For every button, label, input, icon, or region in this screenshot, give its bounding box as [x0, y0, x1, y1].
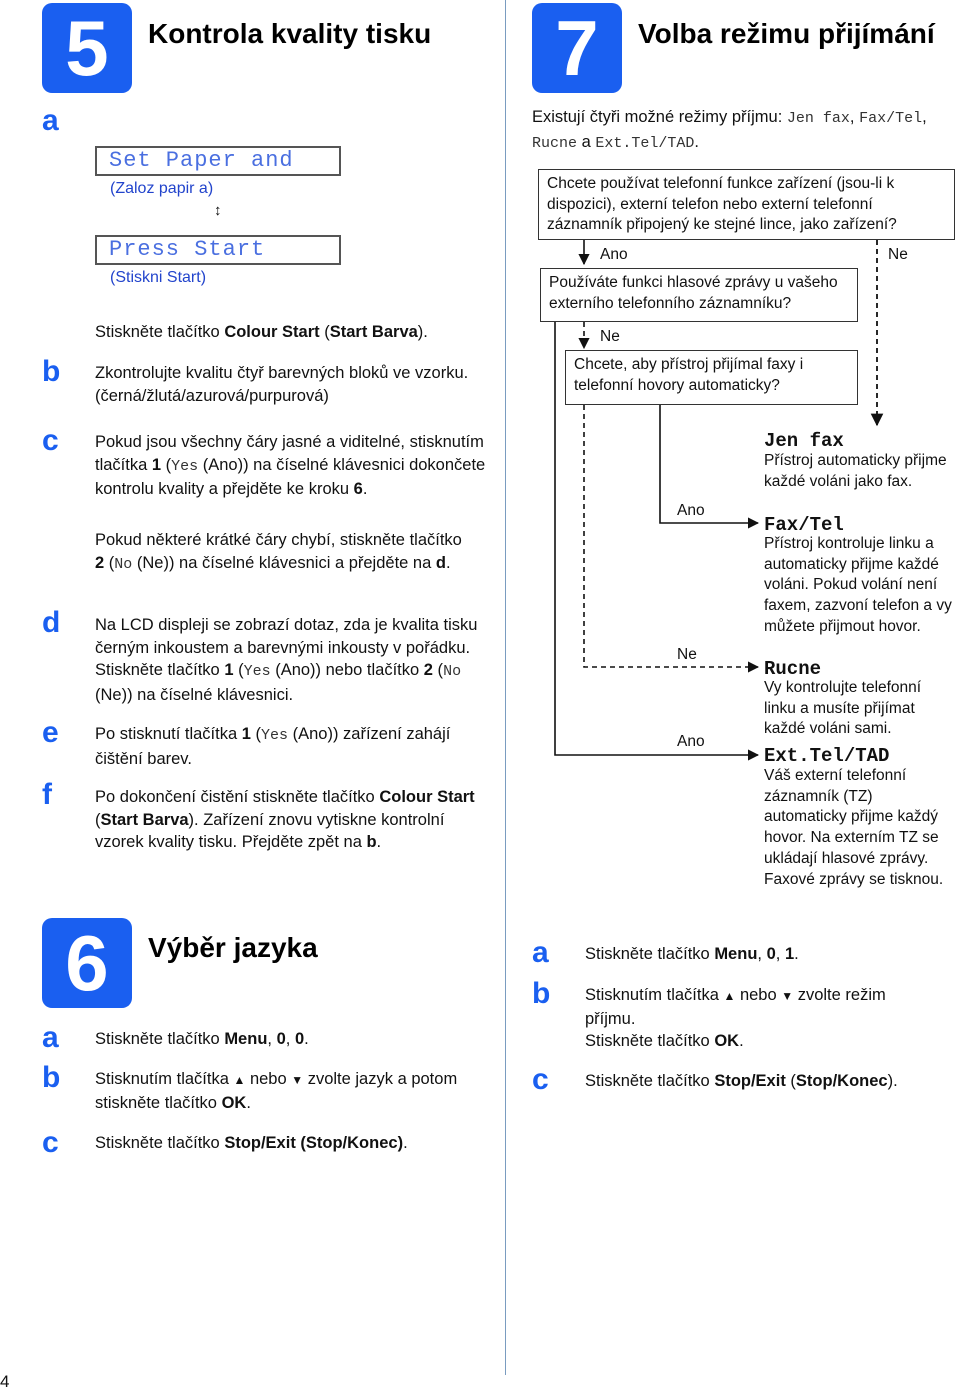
flow-line-q3-no — [583, 405, 760, 673]
column-divider — [505, 0, 506, 1375]
lcd-display-2: Press Start — [95, 235, 341, 265]
step-letter-7b: b — [532, 977, 551, 1010]
step-letter-5a: a — [42, 104, 59, 137]
flow-label-q1-no: Ne — [888, 246, 908, 263]
flow-label-q3-yes: Ano — [677, 502, 705, 519]
page-number: 4 — [0, 1372, 10, 1391]
step-letter-5b: b — [42, 355, 61, 388]
step-letter-6a: a — [42, 1021, 59, 1054]
step-5d-text: Na LCD displeji se zobrazí dotaz, zda je… — [95, 616, 478, 704]
mode-jen-fax-desc: Přístroj automaticky přijme každé voláni… — [764, 452, 947, 490]
step-letter-7c: c — [532, 1063, 549, 1096]
section-7-intro: Existují čtyři možné režimy příjmu: Jen … — [532, 108, 927, 152]
step-5e-text: Po stisknutí tlačítka 1 (Yes (Ano)) zaří… — [95, 725, 451, 768]
flow-label-q2-no: Ne — [600, 328, 620, 345]
section-title-6: Výběr jazyka — [148, 932, 318, 963]
up-arrow-icon: ▲ — [723, 989, 736, 1003]
down-arrow-icon: ▼ — [291, 1073, 304, 1087]
step-5c-paragraph-1: Pokud jsou všechny čáry jasné a viditeln… — [95, 433, 486, 498]
lcd-display-1: Set Paper and — [95, 146, 341, 176]
mode-jen-fax-title: Jen fax — [764, 430, 844, 452]
flow-label-q1-yes: Ano — [600, 246, 628, 263]
flow-question-1: Chcete používat telefonní funkce zařízen… — [538, 169, 955, 240]
step-6a-text: Stiskněte tlačítko Menu, 0, 0. — [95, 1030, 309, 1048]
flow-question-2: Používáte funkci hlasové zprávy u vašeho… — [540, 268, 858, 322]
step-6c-text: Stiskněte tlačítko Stop/Exit (Stop/Konec… — [95, 1134, 408, 1152]
section-title-5: Kontrola kvality tisku — [148, 18, 432, 49]
step-5b-text: Zkontrolujte kvalitu čtyř barevných blok… — [95, 364, 469, 405]
step-number-badge-6: 6 — [42, 918, 132, 1008]
up-arrow-icon: ▲ — [233, 1073, 246, 1087]
step-7c-text: Stiskněte tlačítko Stop/Exit (Stop/Konec… — [585, 1072, 898, 1090]
step-letter-5f: f — [42, 778, 52, 811]
lcd-caption-2: (Stiskni Start) — [110, 269, 207, 286]
flow-label-q2-yes: Ano — [677, 733, 705, 750]
flow-line-q3-yes — [659, 405, 760, 529]
mode-rucne-title: Rucne — [764, 658, 822, 680]
step-7a-text: Stiskněte tlačítko Menu, 0, 1. — [585, 945, 799, 963]
mode-rucne-desc: Vy kontrolujte telefonní linku a musíte … — [764, 679, 922, 738]
step-number-badge-7: 7 — [532, 3, 622, 93]
step-7b-text: Stisknutím tlačítka ▲ nebo ▼ zvolte reži… — [585, 986, 886, 1050]
flow-question-3: Chcete, aby přístroj přijímal faxy i tel… — [565, 350, 858, 405]
toggle-arrow-icon: ↕ — [214, 202, 222, 219]
down-arrow-icon: ▼ — [781, 989, 794, 1003]
step-letter-6b: b — [42, 1061, 61, 1094]
mode-fax-tel-title: Fax/Tel — [764, 514, 844, 536]
step-letter-6c: c — [42, 1126, 59, 1159]
step-number-badge-5: 5 — [42, 3, 132, 93]
mode-fax-tel-desc: Přístroj kontroluje linku a automaticky … — [764, 535, 952, 635]
step-6b-text: Stisknutím tlačítka ▲ nebo ▼ zvolte jazy… — [95, 1070, 458, 1112]
lcd-caption-1: (Zaloz papir a) — [110, 180, 214, 197]
mode-ext-tel-tad-title: Ext.Tel/TAD — [764, 745, 890, 767]
step-letter-5d: d — [42, 606, 61, 639]
step-5a-text: Stiskněte tlačítko Colour Start (Start B… — [95, 323, 428, 341]
step-5c-paragraph-2: Pokud některé krátké čáry chybí, stiskně… — [95, 531, 462, 573]
mode-ext-tel-tad-desc: Váš externí telefonní záznamník (TZ) aut… — [764, 767, 944, 888]
step-5f-text: Po dokončení čistění stiskněte tlačítko … — [95, 788, 475, 851]
step-letter-5e: e — [42, 716, 59, 749]
section-title-7: Volba režimu přijímání — [638, 18, 935, 49]
step-letter-5c: c — [42, 424, 59, 457]
step-letter-7a: a — [532, 936, 549, 969]
flow-label-q3-no: Ne — [677, 646, 697, 663]
